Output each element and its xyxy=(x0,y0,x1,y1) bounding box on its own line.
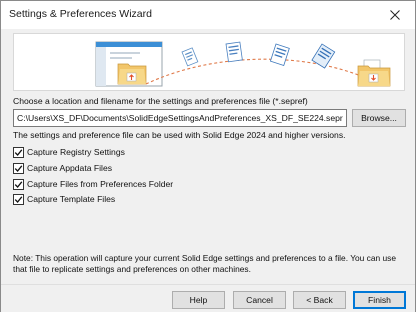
title-bar: Settings & Preferences Wizard xyxy=(1,1,415,29)
checkbox-registry[interactable] xyxy=(13,146,24,158)
monitor-folder-icon xyxy=(95,41,163,87)
checkbox-template-files[interactable] xyxy=(13,193,24,205)
note-text: Note: This operation will capture your c… xyxy=(13,253,405,275)
close-button[interactable] xyxy=(375,1,415,29)
checkbox-preferences-folder[interactable] xyxy=(13,178,24,190)
check-icon xyxy=(14,195,23,203)
folder-download-icon xyxy=(357,59,391,87)
option-label: Capture Registry Settings xyxy=(27,147,125,157)
capture-template-files-option[interactable]: Capture Template Files xyxy=(13,193,115,205)
option-label: Capture Appdata Files xyxy=(27,163,113,173)
capture-preferences-folder-option[interactable]: Capture Files from Preferences Folder xyxy=(13,178,173,190)
note-line-1: Note: This operation will capture your c… xyxy=(13,253,396,263)
file-path-input[interactable] xyxy=(13,109,347,127)
back-button[interactable]: < Back xyxy=(293,291,346,309)
wizard-window: Settings & Preferences Wizard Choose a l… xyxy=(0,0,416,312)
compatibility-text: The settings and preference file can be … xyxy=(13,130,346,140)
window-title: Settings & Preferences Wizard xyxy=(9,8,152,20)
finish-button[interactable]: Finish xyxy=(353,291,406,309)
wizard-banner xyxy=(13,33,405,91)
capture-registry-option[interactable]: Capture Registry Settings xyxy=(13,146,125,158)
browse-button[interactable]: Browse... xyxy=(352,109,406,127)
note-line-2: that file to replicate settings and pref… xyxy=(13,264,251,274)
cancel-button[interactable]: Cancel xyxy=(233,291,286,309)
option-label: Capture Files from Preferences Folder xyxy=(27,179,174,189)
option-label: Capture Template Files xyxy=(27,194,116,204)
help-button[interactable]: Help xyxy=(172,291,225,309)
button-bar: Help Cancel < Back Finish xyxy=(1,284,415,312)
flying-documents-icon xyxy=(181,41,336,69)
capture-appdata-option[interactable]: Capture Appdata Files xyxy=(13,162,112,174)
close-icon xyxy=(390,10,400,20)
check-icon xyxy=(14,180,23,188)
check-icon xyxy=(14,164,23,172)
checkbox-appdata[interactable] xyxy=(13,162,24,174)
location-label: Choose a location and filename for the s… xyxy=(13,96,308,106)
check-icon xyxy=(14,148,23,156)
